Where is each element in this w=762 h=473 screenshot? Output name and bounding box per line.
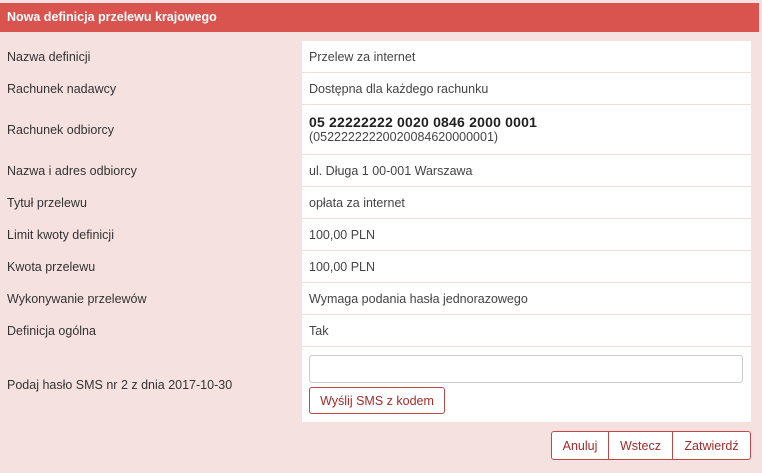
row-limit: Limit kwoty definicji 100,00 PLN <box>0 219 751 251</box>
sender-account-value: Dostępna dla każdego rachunku <box>302 73 751 105</box>
form-actions: Anuluj Wstecz Zatwierdź <box>551 431 751 460</box>
cancel-button[interactable]: Anuluj <box>551 431 609 460</box>
sender-account-label: Rachunek nadawcy <box>7 82 117 96</box>
execution-label: Wykonywanie przelewów <box>7 292 147 306</box>
definition-name-value: Przelew za internet <box>302 41 751 73</box>
back-button[interactable]: Wstecz <box>608 431 673 460</box>
amount-label: Kwota przelewu <box>7 260 96 274</box>
general-label: Definicja ogólna <box>7 324 96 338</box>
recipient-account-value: 05 22222222 0020 0846 2000 0001 (0522222… <box>302 105 751 155</box>
sms-label: Podaj hasło SMS nr 2 z dnia 2017-10-30 <box>7 377 233 392</box>
row-sender-account: Rachunek nadawcy Dostępna dla każdego ra… <box>0 73 751 105</box>
general-value: Tak <box>302 315 751 347</box>
sms-code-input[interactable] <box>309 355 743 383</box>
limit-label: Limit kwoty definicji <box>7 228 114 242</box>
confirm-button[interactable]: Zatwierdź <box>672 431 751 460</box>
recipient-account-raw: (05222222220020084620000001) <box>309 129 499 144</box>
recipient-name-value: ul. Długa 1 00-001 Warszawa <box>302 155 751 187</box>
row-title: Tytuł przelewu opłata za internet <box>0 187 751 219</box>
recipient-account-number: 05 22222222 0020 0846 2000 0001 <box>309 113 538 130</box>
title-value: opłata za internet <box>302 187 751 219</box>
title-label: Tytuł przelewu <box>7 196 87 210</box>
amount-value: 100,00 PLN <box>302 251 751 283</box>
row-definition-name: Nazwa definicji Przelew za internet <box>0 41 751 73</box>
recipient-account-block: 05 22222222 0020 0846 2000 0001 (0522222… <box>309 113 538 145</box>
execution-value: Wymaga podania hasła jednorazowego <box>302 283 751 315</box>
limit-value: 100,00 PLN <box>302 219 751 251</box>
row-amount: Kwota przelewu 100,00 PLN <box>0 251 751 283</box>
row-recipient-account: Rachunek odbiorcy 05 22222222 0020 0846 … <box>0 105 751 155</box>
row-recipient-name: Nazwa i adres odbiorcy ul. Długa 1 00-00… <box>0 155 751 187</box>
row-execution: Wykonywanie przelewów Wymaga podania has… <box>0 283 751 315</box>
definition-name-label: Nazwa definicji <box>7 50 91 64</box>
recipient-name-label: Nazwa i adres odbiorcy <box>7 164 137 178</box>
form-title: Nowa definicja przelewu krajowego <box>0 3 759 32</box>
send-sms-button[interactable]: Wyślij SMS z kodem <box>309 387 445 414</box>
recipient-account-label: Rachunek odbiorcy <box>7 123 115 137</box>
row-general: Definicja ogólna Tak <box>0 315 751 347</box>
